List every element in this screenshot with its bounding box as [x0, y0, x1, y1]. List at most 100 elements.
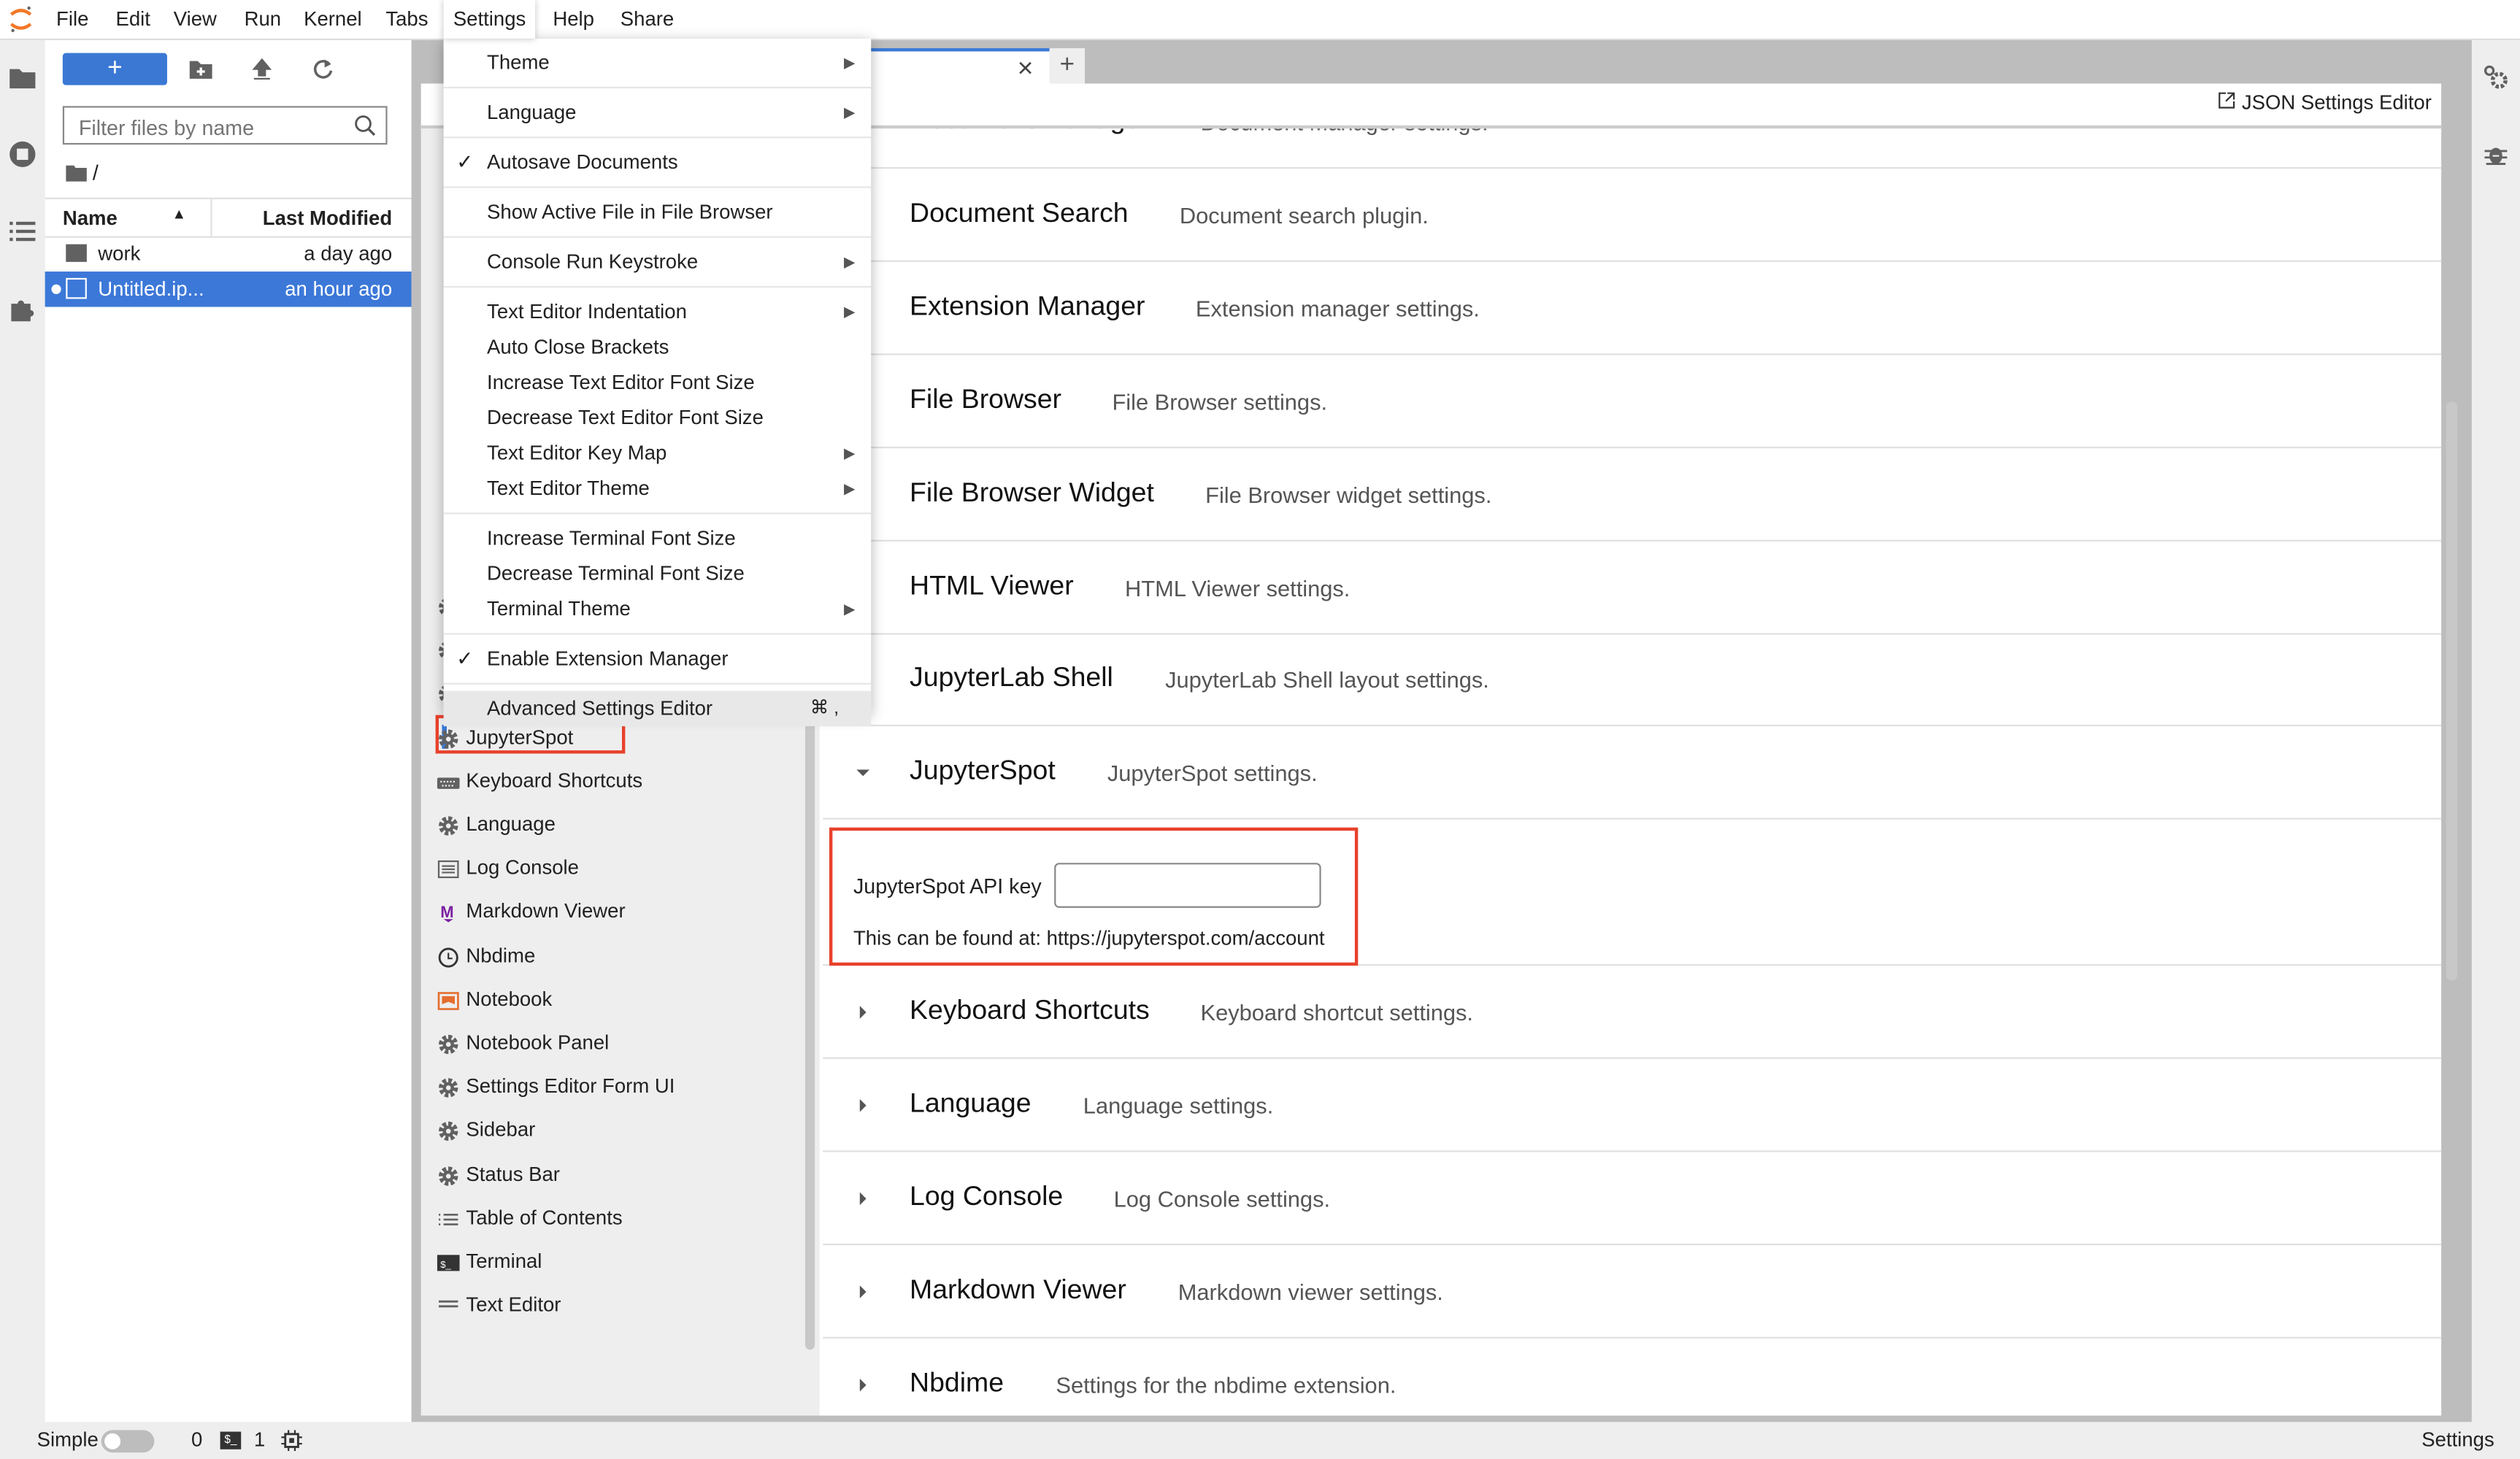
section-description: Log Console settings.: [1113, 1185, 1331, 1212]
filter-files-input[interactable]: [75, 109, 356, 145]
kernel-count[interactable]: 0: [191, 1422, 202, 1459]
name-column-header[interactable]: Name: [63, 207, 118, 230]
file-list-header: Name ▲ Last Modified: [45, 197, 412, 238]
settings-section-jupyterspot[interactable]: JupyterSpot JupyterSpot settings.: [823, 727, 2442, 820]
menu-item-increase-terminal-font-size[interactable]: Increase Terminal Font Size: [444, 520, 872, 555]
api-key-input[interactable]: [1054, 863, 1321, 908]
menu-item-increase-text-editor-font-size[interactable]: Increase Text Editor Font Size: [444, 365, 872, 400]
upload-icon[interactable]: [249, 56, 274, 82]
sort-ascending-icon[interactable]: ▲: [172, 206, 187, 222]
menu-item-auto-close-brackets[interactable]: Auto Close Brackets: [444, 329, 872, 364]
breadcrumb-root[interactable]: /: [93, 161, 99, 185]
chevron-right-icon[interactable]: [855, 1094, 871, 1112]
menu-item-console-run-keystroke[interactable]: Console Run Keystroke ▶: [444, 245, 872, 280]
settings-form: Document Manager Document Manager setting…: [823, 128, 2442, 1416]
submenu-arrow-icon: ▶: [843, 480, 856, 497]
menu-item-text-editor-indentation[interactable]: Text Editor Indentation ▶: [444, 294, 872, 329]
section-title: Document Manager: [910, 128, 1150, 136]
settings-section-html-viewer[interactable]: HTML Viewer HTML Viewer settings.: [823, 541, 2442, 634]
plugin-item-label: Sidebar: [466, 1119, 536, 1142]
menu-item-autosave-documents[interactable]: ✓ Autosave Documents: [444, 145, 872, 180]
settings-section-nbdime[interactable]: Nbdime Settings for the nbdime extension.: [823, 1338, 2441, 1416]
file-modified: a day ago: [304, 242, 393, 266]
settings-section-extension-manager[interactable]: Extension Manager Extension manager setti…: [823, 261, 2442, 355]
new-launcher-button[interactable]: +: [62, 53, 167, 85]
menu-run[interactable]: Run: [234, 0, 291, 39]
json-settings-editor-button[interactable]: JSON Settings Editor: [2219, 91, 2441, 114]
settings-section-log-console[interactable]: Log Console Log Console settings.: [823, 1152, 2442, 1245]
settings-section-document-manager[interactable]: Document Manager Document Manager setting…: [823, 128, 2442, 169]
section-description: Settings for the nbdime extension.: [1056, 1371, 1397, 1398]
folder-icon[interactable]: [8, 63, 37, 92]
new-folder-icon[interactable]: [188, 56, 214, 82]
svg-text:M: M: [440, 904, 453, 922]
add-tab-button[interactable]: +: [1049, 48, 1086, 87]
settings-section-keyboard-shortcuts[interactable]: Keyboard Shortcuts Keyboard shortcut sett…: [823, 966, 2442, 1059]
file-row[interactable]: work a day ago: [45, 236, 412, 272]
menu-item-label: Decrease Text Editor Font Size: [487, 406, 764, 429]
menu-share[interactable]: Share: [611, 0, 684, 39]
chevron-right-icon[interactable]: [855, 1373, 871, 1391]
menu-item-decrease-text-editor-font-size[interactable]: Decrease Text Editor Font Size: [444, 400, 872, 435]
menu-file[interactable]: File: [47, 0, 99, 39]
menu-item-text-editor-key-map[interactable]: Text Editor Key Map ▶: [444, 436, 872, 471]
menu-item-label: Autosave Documents: [487, 150, 678, 174]
breadcrumb[interactable]: /: [66, 161, 99, 185]
chevron-right-icon[interactable]: [855, 1001, 871, 1019]
settings-section-jupyterlab-shell[interactable]: JupyterLab Shell JupyterLab Shell layout …: [823, 634, 2442, 727]
menu-item-enable-extension-manager[interactable]: ✓ Enable Extension Manager: [444, 641, 872, 676]
chevron-down-icon[interactable]: [855, 762, 871, 778]
menu-item-language[interactable]: Language ▶: [444, 95, 872, 130]
file-browser-panel: + / Name ▲ Last Modified work a day ago Un…: [45, 40, 412, 1423]
file-name: work: [98, 242, 141, 266]
settings-section-markdown-viewer[interactable]: Markdown Viewer Markdown viewer settings.: [823, 1244, 2442, 1339]
plugin-item-label: Nbdime: [466, 944, 536, 967]
menu-item-text-editor-theme[interactable]: Text Editor Theme ▶: [444, 471, 872, 506]
file-modified: an hour ago: [285, 277, 393, 301]
last-modified-column-header[interactable]: Last Modified: [263, 207, 392, 230]
terminal-count[interactable]: 1: [254, 1422, 265, 1459]
submenu-arrow-icon: ▶: [843, 104, 856, 121]
cpu-chip-icon[interactable]: [281, 1430, 302, 1451]
chevron-right-icon[interactable]: [855, 1280, 871, 1298]
menu-edit[interactable]: Edit: [106, 0, 160, 39]
chevron-right-icon[interactable]: [855, 1187, 871, 1205]
close-tab-icon[interactable]: ×: [1018, 53, 1034, 85]
extension-puzzle-icon[interactable]: [8, 294, 37, 323]
table-of-contents-icon[interactable]: [8, 217, 37, 246]
menu-settings[interactable]: Settings: [443, 0, 536, 39]
settings-section-file-browser[interactable]: File Browser File Browser settings.: [823, 355, 2442, 448]
property-inspector-icon[interactable]: [2483, 64, 2508, 90]
gear-icon: [437, 1119, 460, 1142]
section-title: JupyterLab Shell: [910, 662, 1113, 693]
filter-files-field[interactable]: [62, 106, 388, 145]
section-description: File Browser widget settings.: [1205, 481, 1492, 507]
section-title: File Browser Widget: [910, 476, 1154, 507]
menu-group: ✓ Enable Extension Manager: [443, 633, 872, 682]
menu-item-advanced-settings-editor[interactable]: Advanced Settings Editor ⌘ ,: [443, 690, 872, 727]
menu-item-terminal-theme[interactable]: Terminal Theme ▶: [444, 591, 872, 626]
running-sessions-icon[interactable]: [8, 140, 37, 169]
plugin-item-label: Settings Editor Form UI: [466, 1075, 675, 1098]
menu-item-decrease-terminal-font-size[interactable]: Decrease Terminal Font Size: [444, 556, 872, 591]
settings-form-scrollbar[interactable]: [2446, 401, 2458, 980]
menu-item-label: Theme: [487, 51, 550, 74]
menu-item-theme[interactable]: Theme ▶: [444, 45, 872, 80]
status-current-activity: Settings: [2421, 1428, 2494, 1451]
menu-view[interactable]: View: [164, 0, 227, 39]
section-title: Keyboard Shortcuts: [910, 994, 1150, 1025]
settings-section-language[interactable]: Language Language settings.: [823, 1059, 2442, 1152]
menu-item-show-active-file-in-file-browser[interactable]: Show Active File in File Browser: [444, 194, 872, 229]
menu-item-label: Advanced Settings Editor: [487, 697, 713, 720]
notebook-icon: [66, 277, 87, 299]
menu-kernel[interactable]: Kernel: [294, 0, 372, 39]
menu-tabs[interactable]: Tabs: [376, 0, 438, 39]
notebook-icon: [437, 988, 460, 1010]
file-row[interactable]: Untitled.ip... an hour ago: [45, 272, 412, 307]
simple-mode-toggle[interactable]: [101, 1430, 155, 1453]
settings-section-document-search[interactable]: Document Search Document search plugin.: [823, 169, 2442, 262]
refresh-icon[interactable]: [310, 56, 336, 82]
menu-help[interactable]: Help: [543, 0, 604, 39]
settings-section-file-browser-widget[interactable]: File Browser Widget File Browser widget s…: [823, 447, 2442, 542]
debugger-bug-icon[interactable]: [2483, 142, 2508, 167]
